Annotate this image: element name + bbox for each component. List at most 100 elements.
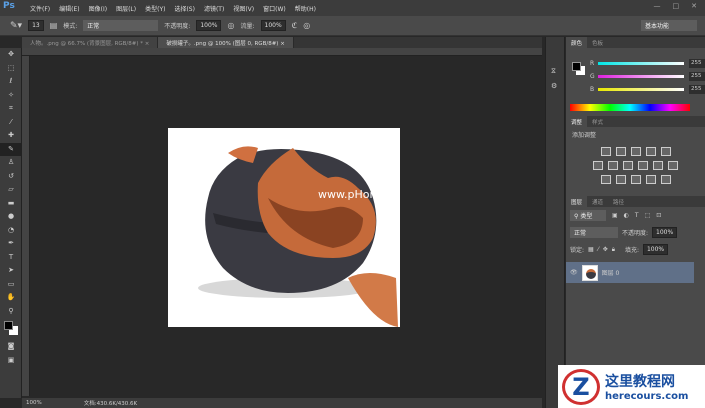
close-button[interactable]: ✕	[691, 2, 697, 10]
brush-tool-icon[interactable]: ✎▾	[10, 21, 22, 31]
blue-value[interactable]: 255	[689, 85, 705, 94]
lock-all-icon[interactable]: 🔒︎	[612, 246, 615, 254]
color-balance-icon[interactable]	[608, 161, 618, 170]
opacity-input[interactable]: 100%	[196, 20, 222, 31]
healing-tool-icon[interactable]: ✚	[0, 129, 22, 143]
pen-tool-icon[interactable]: ✒	[0, 237, 22, 251]
menu-edit[interactable]: 编辑(E)	[59, 4, 79, 13]
layer-filter-select[interactable]: ⚲ 类型	[570, 210, 606, 221]
pressure-opacity-icon[interactable]: ◎	[227, 21, 234, 30]
history-icon[interactable]: ⧖	[551, 67, 564, 76]
channel-mixer-icon[interactable]	[653, 161, 663, 170]
filter-smart-icon[interactable]: ⊡	[656, 212, 661, 219]
eyedropper-tool-icon[interactable]: ⁄	[0, 116, 22, 130]
filter-type-icon[interactable]: T	[635, 212, 639, 219]
red-value[interactable]: 255	[689, 59, 705, 68]
menu-window[interactable]: 窗口(W)	[263, 4, 286, 13]
vibrance-icon[interactable]	[660, 147, 671, 156]
curves-icon[interactable]	[630, 147, 641, 156]
gradient-tool-icon[interactable]: ▬	[0, 197, 22, 211]
posterize-icon[interactable]	[615, 175, 626, 184]
screen-mode-icon[interactable]: ▣	[0, 354, 22, 368]
layer-row[interactable]: 👁︎ 图层 0	[566, 262, 694, 283]
minimize-button[interactable]: —	[654, 2, 661, 10]
tab-adjustments[interactable]: 调整	[566, 116, 588, 127]
dodge-tool-icon[interactable]: ◔	[0, 224, 22, 238]
color-swatches[interactable]	[0, 318, 21, 340]
brightness-icon[interactable]	[600, 147, 611, 156]
foreground-color-swatch[interactable]	[572, 62, 581, 71]
zoom-level[interactable]: 100%	[26, 400, 42, 406]
selective-color-icon[interactable]	[645, 175, 656, 184]
crop-tool-icon[interactable]: ⌗	[0, 102, 22, 116]
maximize-button[interactable]: □	[673, 2, 680, 10]
menu-view[interactable]: 视图(V)	[233, 4, 254, 13]
shape-tool-icon[interactable]: ▭	[0, 278, 22, 292]
document-size[interactable]: 文档:430.6K/430.6K	[84, 399, 137, 407]
history-brush-tool-icon[interactable]: ↺	[0, 170, 22, 184]
stamp-tool-icon[interactable]: ♙	[0, 156, 22, 170]
visibility-eye-icon[interactable]: 👁︎	[570, 269, 578, 276]
quick-select-tool-icon[interactable]: ✧	[0, 89, 22, 103]
pressure-size-icon[interactable]: ◎	[303, 21, 310, 30]
hue-saturation-icon[interactable]	[593, 161, 603, 170]
tab-styles[interactable]: 样式	[587, 116, 608, 127]
lasso-tool-icon[interactable]: ℓ	[0, 75, 22, 89]
color-spectrum[interactable]	[570, 104, 690, 111]
document-canvas[interactable]: www.pHome.NET	[168, 128, 400, 327]
tab-close-icon[interactable]: ×	[280, 41, 285, 47]
filter-adjust-icon[interactable]: ◐	[624, 212, 629, 219]
blur-tool-icon[interactable]: ●	[0, 210, 22, 224]
black-white-icon[interactable]	[623, 161, 633, 170]
layer-name[interactable]: 图层 0	[602, 268, 620, 277]
brush-tool-icon[interactable]: ✎	[0, 142, 22, 156]
green-slider[interactable]	[598, 75, 684, 78]
workspace-select[interactable]: 基本功能	[641, 20, 697, 31]
tab-document-2[interactable]: 破损罐子。.png @ 100% (图层 0, RGB/8#) ×	[158, 37, 294, 48]
tab-close-icon[interactable]: ×	[145, 41, 150, 47]
mode-select[interactable]: 正常	[83, 20, 159, 31]
tab-paths[interactable]: 路径	[608, 196, 629, 207]
invert-icon[interactable]	[600, 175, 611, 184]
fill-input[interactable]: 100%	[642, 244, 669, 255]
zoom-tool-icon[interactable]: ⚲	[0, 305, 22, 319]
menu-help[interactable]: 帮助(H)	[295, 4, 316, 13]
filter-shape-icon[interactable]: ⬚	[645, 212, 651, 219]
menu-image[interactable]: 图像(I)	[89, 4, 107, 13]
lock-position-icon[interactable]: ✥	[603, 246, 608, 253]
layer-opacity-input[interactable]: 100%	[652, 227, 678, 238]
green-value[interactable]: 255	[689, 72, 705, 81]
properties-icon[interactable]: ⚙	[551, 82, 564, 90]
tab-color[interactable]: 颜色	[566, 37, 588, 48]
color-lookup-icon[interactable]	[668, 161, 678, 170]
red-slider[interactable]	[598, 62, 684, 65]
tab-swatches[interactable]: 色板	[587, 37, 608, 48]
hand-tool-icon[interactable]: ✋	[0, 291, 22, 305]
flow-input[interactable]: 100%	[260, 20, 286, 31]
gradient-map-icon[interactable]	[660, 175, 671, 184]
blue-slider[interactable]	[598, 88, 684, 91]
threshold-icon[interactable]	[630, 175, 641, 184]
menu-file[interactable]: 文件(F)	[30, 4, 50, 13]
brush-panel-icon[interactable]: ▤	[50, 21, 58, 30]
quick-mask-icon[interactable]: ◙	[0, 340, 22, 354]
tab-layers[interactable]: 图层	[566, 196, 588, 207]
marquee-tool-icon[interactable]: ⬚	[0, 62, 22, 76]
tab-document-1[interactable]: 人物。.png @ 66.7% (背景图层, RGB/8#) * ×	[22, 37, 159, 48]
brush-size-picker[interactable]: 13	[28, 20, 44, 31]
type-tool-icon[interactable]: T	[0, 251, 22, 265]
lock-pixels-icon[interactable]: ▦	[588, 246, 594, 253]
lock-paint-icon[interactable]: ⁄	[598, 246, 599, 253]
photo-filter-icon[interactable]	[638, 161, 648, 170]
menu-layer[interactable]: 图层(L)	[116, 4, 136, 13]
menu-select[interactable]: 选择(S)	[174, 4, 195, 13]
menu-type[interactable]: 类型(Y)	[145, 4, 165, 13]
tab-channels[interactable]: 通道	[587, 196, 608, 207]
move-tool-icon[interactable]: ✥	[0, 48, 22, 62]
exposure-icon[interactable]	[645, 147, 656, 156]
path-select-tool-icon[interactable]: ➤	[0, 264, 22, 278]
blend-mode-select[interactable]: 正常	[570, 227, 618, 238]
levels-icon[interactable]	[615, 147, 626, 156]
eraser-tool-icon[interactable]: ▱	[0, 183, 22, 197]
airbrush-icon[interactable]: ℭ	[292, 21, 298, 30]
